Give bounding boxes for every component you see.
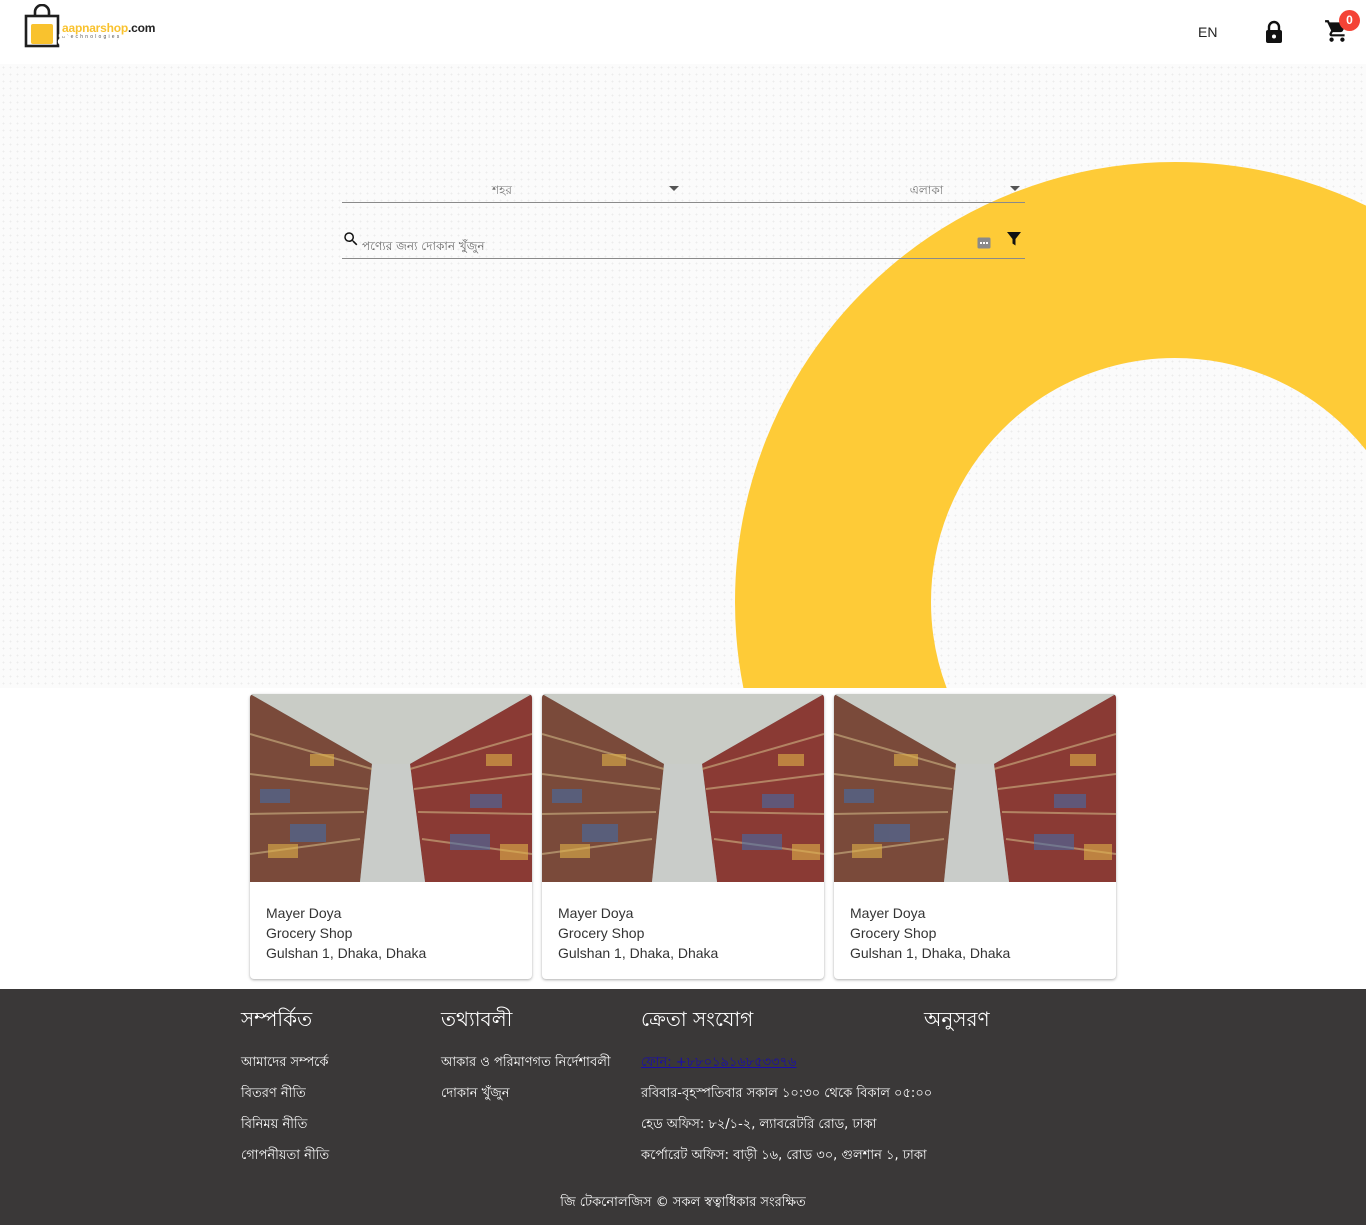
shop-card[interactable]: Mayer Doya Grocery Shop Gulshan 1, Dhaka… xyxy=(834,694,1116,979)
filter-icon[interactable] xyxy=(1006,231,1022,247)
area-select-label: এলাকা xyxy=(909,183,944,197)
shop-photo xyxy=(250,694,532,882)
language-toggle[interactable]: EN xyxy=(1198,24,1217,40)
footer-hours: রবিবার-বৃহস্পতিবার সকাল ১০:৩০ থেকে বিকাল… xyxy=(641,1086,933,1101)
footer-link-find-shop[interactable]: দোকান খুঁজুন xyxy=(441,1084,611,1115)
shop-card-info: Mayer Doya Grocery Shop Gulshan 1, Dhaka… xyxy=(850,903,1010,963)
logo-brand: aapnarshop xyxy=(62,21,129,35)
footer-contact-column: ক্রেতা সংযোগ ফোন: +৮৮০১৯১৬৮৫৩৩৭৬ রবিবার-… xyxy=(641,1005,932,1177)
footer-phone-link[interactable]: ফোন: +৮৮০১৯১৬৮৫৩৩৭৬ xyxy=(641,1053,932,1084)
footer-info-heading: তথ্যাবলী xyxy=(441,1007,513,1031)
shop-address: Gulshan 1, Dhaka, Dhaka xyxy=(558,945,719,961)
shop-type: Grocery Shop xyxy=(558,925,645,941)
shop-name: Mayer Doya xyxy=(266,905,342,921)
chevron-down-icon xyxy=(1010,186,1020,191)
footer-link-about-us[interactable]: আমাদের সম্পর্কে xyxy=(241,1053,329,1084)
footer-contact-heading: ক্রেতা সংযোগ xyxy=(641,1007,754,1031)
footer-about-heading: সম্পর্কিত xyxy=(241,1007,313,1031)
shop-address: Gulshan 1, Dhaka, Dhaka xyxy=(266,945,427,961)
chevron-down-icon xyxy=(669,186,679,191)
top-app-bar: a aapnarshop.com gtechnologies EN 0 xyxy=(0,0,1366,64)
shop-card-info: Mayer Doya Grocery Shop Gulshan 1, Dhaka… xyxy=(266,903,426,963)
footer-link-delivery-policy[interactable]: বিতরণ নীতি xyxy=(241,1084,329,1115)
shop-photo xyxy=(542,694,824,882)
shop-card-info: Mayer Doya Grocery Shop Gulshan 1, Dhaka… xyxy=(558,903,718,963)
shop-card-list: Mayer Doya Grocery Shop Gulshan 1, Dhaka… xyxy=(250,694,1116,979)
shopping-bag-logo-icon xyxy=(24,4,60,48)
site-footer: সম্পর্কিত আমাদের সম্পর্কে বিতরণ নীতি বিন… xyxy=(0,989,1366,1225)
area-select[interactable]: এলাকা xyxy=(684,172,1025,203)
logo-wordmark: aapnarshop.com gtechnologies xyxy=(62,22,155,40)
footer-corporate-office: কর্পোরেট অফিস: বাড়ী ১৬, রোড ৩০, গুলশান … xyxy=(641,1148,927,1163)
lock-icon[interactable] xyxy=(1264,20,1284,44)
shop-name: Mayer Doya xyxy=(850,905,926,921)
footer-link-size-guide[interactable]: আকার ও পরিমাণগত নির্দেশাবলী xyxy=(441,1053,611,1084)
shop-name: Mayer Doya xyxy=(558,905,634,921)
logo-letter: a xyxy=(57,26,71,50)
shop-address: Gulshan 1, Dhaka, Dhaka xyxy=(850,945,1011,961)
footer-link-privacy-policy[interactable]: গোপনীয়তা নীতি xyxy=(241,1146,329,1177)
footer-head-office: হেড অফিস: ৮২/১-২, ল্যাবরেটরি রোড, ঢাকা xyxy=(641,1117,877,1132)
location-filters: শহর এলাকা xyxy=(342,172,1025,203)
cart-count-badge: 0 xyxy=(1339,10,1360,31)
shop-type: Grocery Shop xyxy=(850,925,937,941)
shop-search-bar xyxy=(342,228,1025,259)
logo-domain: .com xyxy=(128,21,156,35)
footer-about-column: সম্পর্কিত আমাদের সম্পর্কে বিতরণ নীতি বিন… xyxy=(241,1005,329,1177)
footer-follow-column: অনুসরণ xyxy=(924,1005,990,1053)
site-logo[interactable]: a aapnarshop.com gtechnologies xyxy=(24,4,155,50)
shop-card[interactable]: Mayer Doya Grocery Shop Gulshan 1, Dhaka… xyxy=(250,694,532,979)
footer-copyright: জি টেকনোলজিস © সকল স্বত্বাধিকার সংরক্ষিত xyxy=(560,1195,806,1210)
keyboard-icon[interactable] xyxy=(977,237,991,249)
logo-tagline: gtechnologies xyxy=(62,34,122,40)
city-select-label: শহর xyxy=(492,183,513,197)
footer-info-column: তথ্যাবলী আকার ও পরিমাণগত নির্দেশাবলী দোক… xyxy=(441,1005,611,1115)
shop-type: Grocery Shop xyxy=(266,925,353,941)
hero-section xyxy=(0,64,1366,688)
footer-follow-heading: অনুসরণ xyxy=(924,1007,990,1031)
shop-photo xyxy=(834,694,1116,882)
city-select[interactable]: শহর xyxy=(342,172,684,203)
search-icon xyxy=(344,232,358,246)
search-input[interactable] xyxy=(362,236,962,256)
footer-link-exchange-policy[interactable]: বিনিময় নীতি xyxy=(241,1115,329,1146)
shop-card[interactable]: Mayer Doya Grocery Shop Gulshan 1, Dhaka… xyxy=(542,694,824,979)
